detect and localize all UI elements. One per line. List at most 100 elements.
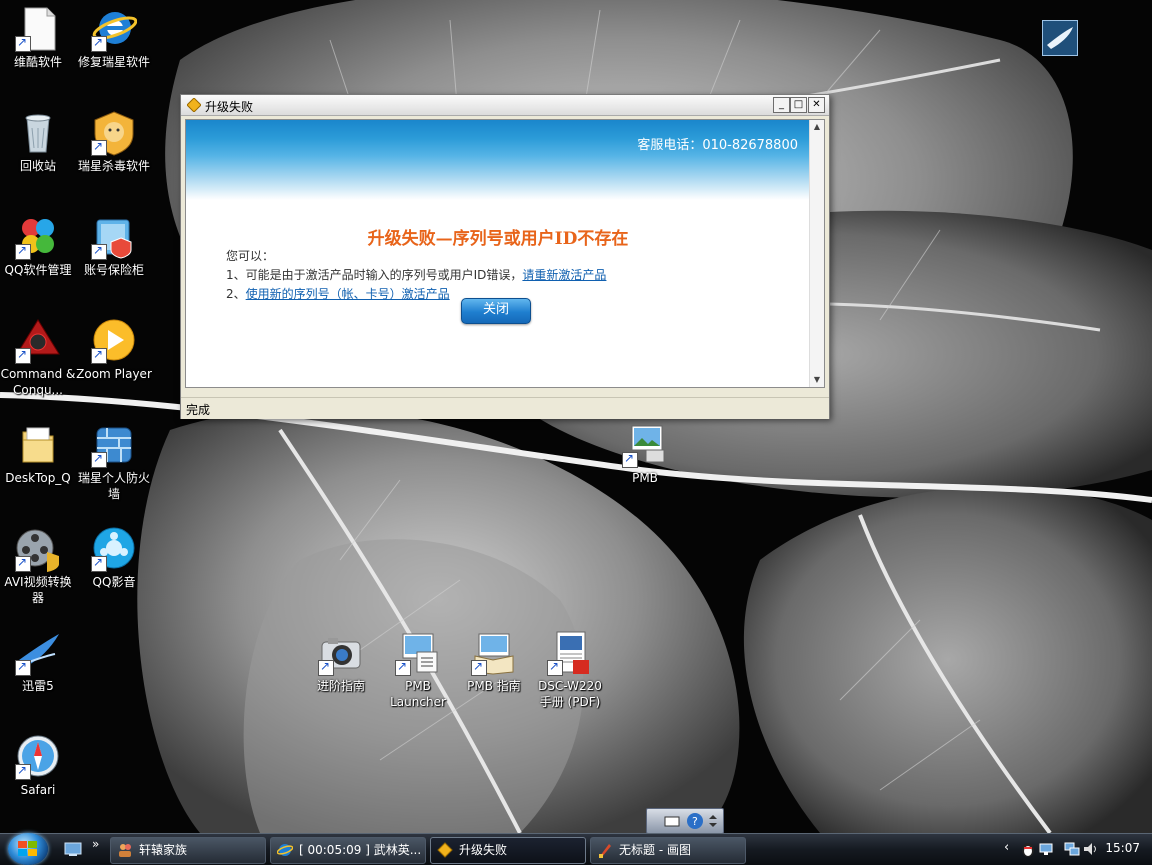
tray-expand-chevron[interactable]: ‹ bbox=[1004, 840, 1009, 855]
people-icon bbox=[119, 844, 131, 857]
intro-text: 您可以： bbox=[226, 249, 275, 263]
desktop-icon-label: QQ影音 bbox=[92, 575, 136, 589]
upgrade-failed-window: 升级失败 _ □ ✕ 客服电话：010-82678800 升级失败—序列号或用户… bbox=[180, 94, 830, 419]
language-bar-icons: ? bbox=[664, 813, 717, 829]
desktop-icon-label: Zoom Player bbox=[76, 367, 152, 381]
document-icon bbox=[15, 6, 61, 52]
language-bar[interactable]: ? bbox=[646, 808, 724, 834]
scroll-up-icon[interactable]: ▲ bbox=[810, 120, 824, 134]
film-reel-icon bbox=[15, 526, 61, 572]
task-label: 升级失败 bbox=[459, 843, 508, 857]
desktop-icon-label: Command & Conqu... bbox=[0, 367, 76, 397]
task-xuanyuan[interactable]: 轩辕家族 bbox=[110, 837, 266, 864]
desktop-icon-command-conquer[interactable]: Command & Conqu... bbox=[0, 318, 76, 398]
desktop-icon-pmb-guide[interactable]: PMB 指南 bbox=[456, 630, 532, 694]
qq-software-manager-icon bbox=[15, 214, 61, 260]
quicklaunch-chevron[interactable]: » bbox=[92, 837, 99, 851]
close-button[interactable]: 关闭 bbox=[461, 298, 531, 324]
desktop-icon-xunlei[interactable]: 迅雷5 bbox=[0, 630, 76, 694]
desktop-icon-recycle-bin[interactable]: 回收站 bbox=[0, 110, 76, 174]
desktop-icon-desktop-q[interactable]: DeskTop_Q bbox=[0, 422, 76, 486]
folder-icon bbox=[15, 422, 61, 468]
xunlei-float-icon[interactable] bbox=[1042, 20, 1078, 56]
reactivate-link[interactable]: 请重新激活产品 bbox=[522, 268, 606, 282]
network-icon[interactable] bbox=[1038, 841, 1054, 857]
paintbrush-icon bbox=[599, 844, 611, 858]
desktop-icon-qq-software[interactable]: QQ软件管理 bbox=[0, 214, 76, 278]
desktop-icon-qq-player[interactable]: QQ影音 bbox=[76, 526, 152, 590]
photo-album-icon bbox=[622, 422, 668, 468]
desktop-icon-rising-antivirus[interactable]: 瑞星杀毒软件 bbox=[76, 110, 152, 174]
clock[interactable]: 15:07 bbox=[1105, 841, 1140, 855]
task-wulin[interactable]: [ 00:05:09 ] 武林英... bbox=[270, 837, 426, 864]
scroll-down-icon[interactable]: ▼ bbox=[810, 373, 824, 387]
minimize-button[interactable]: _ bbox=[773, 97, 790, 113]
play-icon bbox=[91, 318, 137, 364]
pdf-document-icon bbox=[547, 630, 593, 676]
desktop-icon-label: DeskTop_Q bbox=[5, 471, 71, 485]
task-label: 无标题 - 画图 bbox=[619, 843, 691, 857]
desktop-icon-label: PMB bbox=[632, 471, 658, 485]
windows-logo-icon bbox=[18, 841, 37, 856]
desktop-icon-label: Safari bbox=[20, 783, 56, 797]
desktop-icon-zoom-player[interactable]: Zoom Player bbox=[76, 318, 152, 382]
desktop-icon-label: QQ软件管理 bbox=[4, 263, 72, 277]
xunlei-bird-icon bbox=[15, 630, 61, 676]
desktop-icon-weiku[interactable]: 维酷软件 bbox=[0, 6, 76, 70]
network-computers-icon[interactable] bbox=[1064, 841, 1080, 857]
taskbar: » 轩辕家族 [ 00:05:09 ] 武林英... 升级失败 无标题 - 画图… bbox=[0, 833, 1152, 865]
desktop-icon-label: 迅雷5 bbox=[22, 679, 54, 693]
recycle-bin-icon bbox=[15, 110, 61, 156]
task-label: [ 00:05:09 ] 武林英... bbox=[299, 843, 422, 857]
status-bar: 完成 bbox=[181, 397, 829, 419]
command-conquer-icon bbox=[15, 318, 61, 364]
window-title: 升级失败 bbox=[205, 100, 254, 114]
close-window-button[interactable]: ✕ bbox=[808, 97, 825, 113]
vertical-scrollbar[interactable]: ▲ ▼ bbox=[809, 120, 824, 387]
task-paint[interactable]: 无标题 - 画图 bbox=[590, 837, 746, 864]
rising-diamond-icon bbox=[437, 842, 453, 858]
support-phone: 客服电话：010-82678800 bbox=[637, 138, 798, 153]
desktop-icon-label: DSC-W220 手册 (PDF) bbox=[538, 679, 602, 709]
desktop-icon-label: 瑞星个人防火墙 bbox=[77, 471, 150, 501]
desktop-icon-avi-converter[interactable]: AVI视频转换器 bbox=[0, 526, 76, 606]
photo-album-icon bbox=[395, 630, 441, 676]
new-serial-link[interactable]: 使用新的序列号（帐、卡号）激活产品 bbox=[246, 287, 450, 301]
maximize-button[interactable]: □ bbox=[790, 97, 807, 113]
desktop-icon-fix-rising[interactable]: 修复瑞星软件 bbox=[76, 6, 152, 70]
desktop-icon-safari[interactable]: Safari bbox=[0, 734, 76, 798]
photo-book-icon bbox=[471, 630, 517, 676]
volume-icon[interactable] bbox=[1082, 841, 1098, 857]
internet-explorer-icon bbox=[91, 6, 138, 52]
status-text: 完成 bbox=[186, 403, 211, 417]
desktop-icon-label: 维酷软件 bbox=[13, 55, 62, 69]
desktop-icon-rising-firewall[interactable]: 瑞星个人防火墙 bbox=[76, 422, 152, 502]
start-button[interactable] bbox=[8, 833, 48, 865]
camera-icon bbox=[318, 630, 364, 676]
option-2-text: 2、 bbox=[226, 287, 246, 301]
desktop-icon-label: 回收站 bbox=[19, 159, 56, 173]
desktop-icon-pmb-launcher[interactable]: PMB Launcher bbox=[380, 630, 456, 710]
show-desktop-icon[interactable] bbox=[64, 841, 82, 857]
task-upgrade-failed[interactable]: 升级失败 bbox=[430, 837, 586, 864]
option-2: 2、使用新的序列号（帐、卡号）激活产品 bbox=[226, 285, 450, 302]
header-banner: 客服电话：010-82678800 bbox=[186, 120, 810, 200]
window-titlebar[interactable]: 升级失败 _ □ ✕ bbox=[181, 95, 829, 116]
lion-shield-icon bbox=[91, 110, 137, 156]
desktop-icon-label: 修复瑞星软件 bbox=[77, 55, 150, 69]
desktop-icon-advanced-guide[interactable]: 进阶指南 bbox=[303, 630, 379, 694]
desktop-icon-dsc-manual[interactable]: DSC-W220 手册 (PDF) bbox=[532, 630, 608, 710]
safe-box-icon bbox=[91, 214, 137, 260]
desktop-icon-label: PMB 指南 bbox=[467, 679, 521, 693]
desktop-icon-label: PMB Launcher bbox=[390, 679, 446, 709]
desktop-icon-account-safe[interactable]: 账号保险柜 bbox=[76, 214, 152, 278]
firewall-icon bbox=[91, 422, 137, 468]
rising-diamond-icon bbox=[187, 98, 201, 112]
qq-penguin-icon[interactable] bbox=[1020, 841, 1036, 857]
desktop-icon-pmb[interactable]: PMB bbox=[607, 422, 683, 486]
svg-text:?: ? bbox=[692, 815, 698, 828]
option-1-text: 1、可能是由于激活产品时输入的序列号或用户ID错误， bbox=[226, 268, 523, 282]
internet-explorer-icon bbox=[277, 844, 293, 856]
desktop-icon-label: 账号保险柜 bbox=[83, 263, 144, 277]
qq-player-icon bbox=[91, 526, 137, 572]
